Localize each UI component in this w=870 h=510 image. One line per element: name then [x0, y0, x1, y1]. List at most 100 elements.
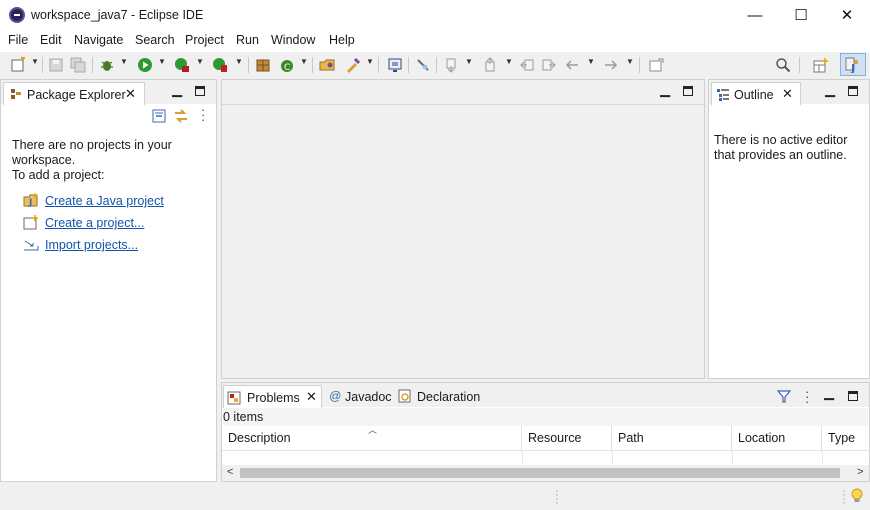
- import-projects-link[interactable]: Import projects...: [45, 238, 138, 252]
- svg-text:J: J: [28, 198, 32, 208]
- declaration-icon: [398, 389, 411, 403]
- menu-run[interactable]: Run: [236, 33, 259, 47]
- new-java-class-icon[interactable]: C: [278, 56, 296, 74]
- scrollbar-thumb[interactable]: [240, 468, 840, 478]
- tab-declaration[interactable]: Declaration: [417, 390, 480, 404]
- run-icon[interactable]: [136, 56, 154, 74]
- tab-problems[interactable]: Problems ✕: [223, 385, 322, 408]
- close-tab-icon[interactable]: ✕: [125, 86, 136, 102]
- filter-icon[interactable]: [777, 389, 791, 403]
- new-java-class-dropdown-icon[interactable]: ▼: [300, 57, 308, 66]
- window-title: workspace_java7 - Eclipse IDE: [31, 8, 204, 22]
- column-resource[interactable]: Resource: [522, 426, 612, 450]
- problems-table-body: [222, 451, 869, 464]
- tab-outline[interactable]: Outline ✕: [711, 82, 801, 105]
- menu-window[interactable]: Window: [271, 33, 315, 47]
- new-icon[interactable]: [9, 56, 27, 74]
- column-path[interactable]: Path: [612, 426, 732, 450]
- maximize-view-icon[interactable]: [848, 391, 858, 401]
- menu-project[interactable]: Project: [185, 33, 224, 47]
- maximize-editor-icon[interactable]: [683, 86, 693, 96]
- maximize-view-icon[interactable]: [195, 86, 205, 96]
- status-separator: · · · ·: [555, 485, 559, 509]
- link-with-editor-icon[interactable]: [173, 108, 189, 124]
- previous-annotation-dropdown-icon[interactable]: ▼: [505, 57, 513, 66]
- maximize-view-icon[interactable]: [848, 86, 858, 96]
- status-separator: · · · ·: [842, 485, 846, 509]
- tab-javadoc[interactable]: Javadoc: [345, 390, 392, 404]
- tab-package-explorer[interactable]: Package Explorer ✕: [3, 82, 145, 105]
- toolbar-separator: [92, 57, 93, 73]
- open-task-icon[interactable]: [344, 56, 362, 74]
- toggle-ant-editor-icon[interactable]: [386, 56, 404, 74]
- svg-text:J: J: [850, 62, 855, 73]
- minimize-view-icon[interactable]: ▁: [824, 385, 834, 401]
- java-perspective-button[interactable]: J: [840, 53, 866, 76]
- create-project-link[interactable]: Create a project...: [45, 216, 144, 230]
- menu-file[interactable]: File: [8, 33, 28, 47]
- editor-divider: [222, 104, 704, 105]
- minimize-button[interactable]: —: [732, 0, 778, 30]
- menu-help[interactable]: Help: [329, 33, 355, 47]
- last-edit-location-icon[interactable]: [518, 56, 536, 74]
- next-annotation-icon[interactable]: [442, 56, 460, 74]
- search-icon[interactable]: [774, 56, 792, 74]
- debug-dropdown-icon[interactable]: ▼: [120, 57, 128, 66]
- new-java-package-icon[interactable]: [254, 56, 272, 74]
- outline-message-line-2: that provides an outline.: [714, 148, 847, 162]
- next-annotation-dropdown-icon[interactable]: ▼: [465, 57, 473, 66]
- pin-editor-icon[interactable]: [647, 56, 665, 74]
- external-tools-dropdown-icon[interactable]: ▼: [235, 57, 243, 66]
- collapse-all-icon[interactable]: [152, 109, 166, 123]
- minimize-view-icon[interactable]: ▁: [825, 82, 835, 98]
- menu-edit[interactable]: Edit: [40, 33, 62, 47]
- create-java-project-link[interactable]: Create a Java project: [45, 194, 164, 208]
- run-dropdown-icon[interactable]: ▼: [158, 57, 166, 66]
- open-type-icon[interactable]: [318, 56, 336, 74]
- coverage-dropdown-icon[interactable]: ▼: [196, 57, 204, 66]
- menu-search[interactable]: Search: [135, 33, 175, 47]
- status-row: 0 items: [223, 408, 868, 426]
- problems-tab-label: Problems: [247, 391, 300, 405]
- problems-panel: Problems ✕ @ Javadoc Declaration · · · ▁ 0…: [221, 382, 870, 482]
- close-tab-icon[interactable]: ✕: [782, 86, 793, 102]
- message-line-1: There are no projects in your: [12, 138, 172, 152]
- minimize-editor-icon[interactable]: ▁: [660, 82, 670, 98]
- java-perspective-icon: J: [845, 57, 858, 73]
- import-projects-icon: [24, 240, 39, 251]
- scroll-right-icon[interactable]: >: [857, 466, 863, 478]
- column-type[interactable]: Type: [822, 426, 867, 450]
- external-tools-icon[interactable]: [211, 56, 229, 74]
- forward-arrow-icon[interactable]: [602, 56, 620, 74]
- sort-indicator-icon: ︿: [368, 425, 378, 435]
- menu-navigate[interactable]: Navigate: [74, 33, 123, 47]
- coverage-icon[interactable]: [173, 56, 191, 74]
- open-task-dropdown-icon[interactable]: ▼: [366, 57, 374, 66]
- horizontal-scrollbar[interactable]: < >: [222, 465, 869, 481]
- outline-message: There is no active editor that provides …: [714, 133, 847, 163]
- items-count: 0 items: [223, 410, 264, 424]
- debug-icon[interactable]: [98, 56, 116, 74]
- minimize-view-icon[interactable]: ▁: [172, 82, 182, 98]
- forward-dropdown-icon[interactable]: ▼: [626, 57, 634, 66]
- new-java-project-icon: J: [23, 193, 38, 208]
- maximize-button[interactable]: ☐: [778, 0, 824, 30]
- close-button[interactable]: ✕: [824, 0, 870, 30]
- forward-edit-location-icon[interactable]: [540, 56, 558, 74]
- tip-lightbulb-icon[interactable]: [851, 488, 863, 504]
- back-arrow-icon[interactable]: [563, 56, 581, 74]
- close-tab-icon[interactable]: ✕: [306, 389, 317, 405]
- column-location[interactable]: Location: [732, 426, 822, 450]
- outline-icon: [717, 89, 729, 101]
- save-all-icon[interactable]: [69, 56, 87, 74]
- scroll-left-icon[interactable]: <: [227, 466, 233, 478]
- view-menu-icon[interactable]: · · ·: [805, 385, 809, 408]
- toggle-mark-occurrences-icon[interactable]: [414, 56, 432, 74]
- previous-annotation-icon[interactable]: [481, 56, 499, 74]
- open-perspective-icon[interactable]: [812, 56, 830, 74]
- back-dropdown-icon[interactable]: ▼: [587, 57, 595, 66]
- save-icon[interactable]: [47, 56, 65, 74]
- new-dropdown-icon[interactable]: ▼: [31, 57, 39, 66]
- toolbar-separator: [639, 57, 640, 73]
- view-menu-icon[interactable]: · · ·: [201, 103, 205, 126]
